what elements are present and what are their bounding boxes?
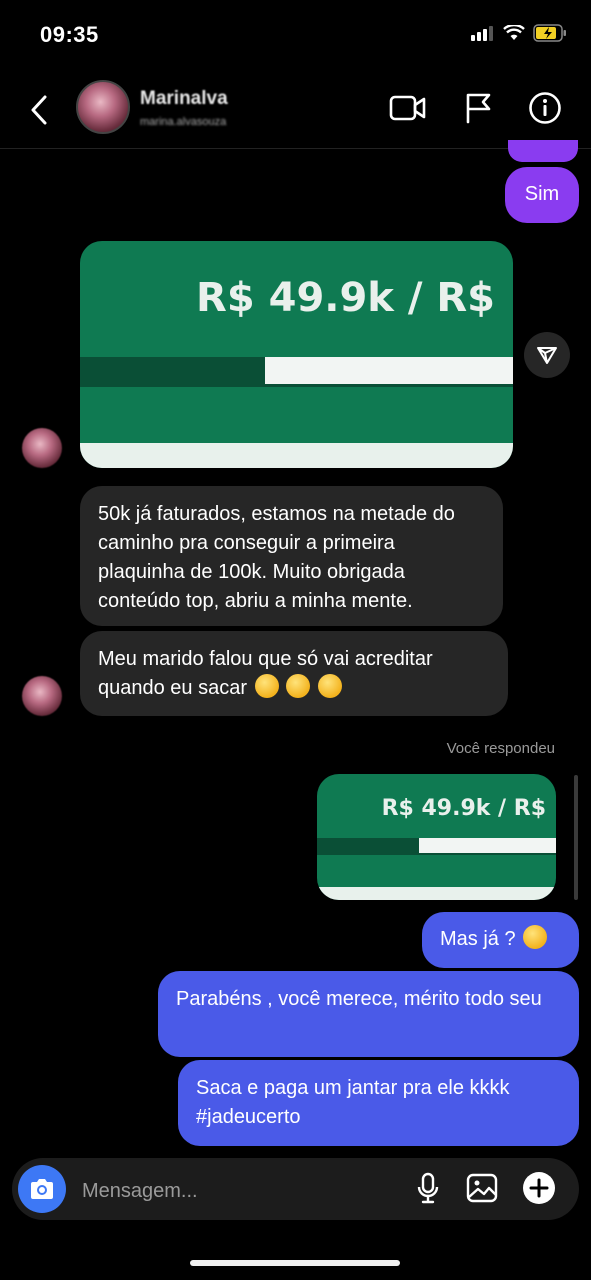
- avatar[interactable]: [22, 428, 62, 468]
- message-sent[interactable]: Saca e paga um jantar pra ele kkkk #jade…: [178, 1060, 579, 1146]
- video-call-button[interactable]: [388, 88, 428, 128]
- card-amount: R$ 49.9k / R$: [381, 796, 546, 821]
- astonished-emoji: [523, 925, 548, 949]
- message-text: Parabéns , você merece, mérito todo seu: [176, 988, 542, 1010]
- video-call-icon: [389, 95, 426, 121]
- camera-button[interactable]: [18, 1165, 66, 1213]
- message-text: 50k já faturados, estamos na metade do c…: [98, 503, 455, 612]
- message-received[interactable]: 50k já faturados, estamos na metade do c…: [80, 486, 503, 626]
- gallery-icon: [466, 1173, 498, 1203]
- plus-icon: [523, 1172, 555, 1204]
- card-bg: [80, 387, 513, 443]
- home-indicator: [190, 1260, 400, 1266]
- info-icon: [529, 92, 561, 124]
- shared-image-card[interactable]: R$ 49.9k / R$: [317, 774, 556, 900]
- battery-icon: [533, 24, 566, 42]
- message-received[interactable]: Meu marido falou que só vai acreditar qu…: [80, 631, 508, 716]
- shared-image-card[interactable]: R$ 49.9k / R$: [80, 241, 513, 468]
- replied-label: Você respondeu: [446, 740, 555, 757]
- message-sent[interactable]: Parabéns , você merece, mérito todo seu: [158, 971, 579, 1057]
- message-sent[interactable]: Mas já ?: [422, 912, 579, 968]
- back-chevron-icon: [31, 95, 47, 125]
- avatar[interactable]: [76, 80, 130, 134]
- contact-name[interactable]: Marinalva: [140, 88, 228, 110]
- signal-icon: [471, 26, 493, 41]
- info-button[interactable]: [525, 88, 565, 128]
- message-text: Mas já ?: [440, 928, 516, 950]
- progress-fill: [265, 357, 513, 384]
- camera-icon: [31, 1179, 53, 1199]
- message-bubble-partial: [508, 140, 578, 162]
- voice-message-button[interactable]: [408, 1168, 448, 1208]
- wifi-icon: [503, 25, 525, 40]
- message-text: Saca e paga um jantar pra ele kkkk #jade…: [196, 1077, 510, 1128]
- sweat-smile-emoji: [254, 674, 279, 698]
- progress-fill: [419, 838, 556, 853]
- share-button[interactable]: [524, 332, 570, 378]
- status-time: 09:35: [40, 22, 99, 47]
- status-icons: [471, 24, 567, 42]
- back-button[interactable]: [22, 90, 56, 130]
- avatar[interactable]: [22, 676, 62, 716]
- microphone-icon: [417, 1172, 439, 1204]
- report-button[interactable]: [458, 88, 498, 128]
- share-icon: [537, 347, 557, 364]
- sweat-smile-emoji: [317, 674, 342, 698]
- message-input[interactable]: [80, 1174, 394, 1208]
- message-sent[interactable]: Sim: [505, 167, 579, 223]
- flag-icon: [466, 93, 491, 124]
- card-amount: R$ 49.9k / R$: [196, 275, 495, 321]
- card-strip: [317, 887, 556, 900]
- sweat-smile-emoji: [286, 674, 311, 698]
- card-strip: [80, 443, 513, 468]
- gallery-button[interactable]: [462, 1168, 502, 1208]
- scrollbar[interactable]: [574, 775, 578, 900]
- contact-handle: marina.alvasouza: [140, 116, 227, 128]
- more-button[interactable]: [519, 1168, 559, 1208]
